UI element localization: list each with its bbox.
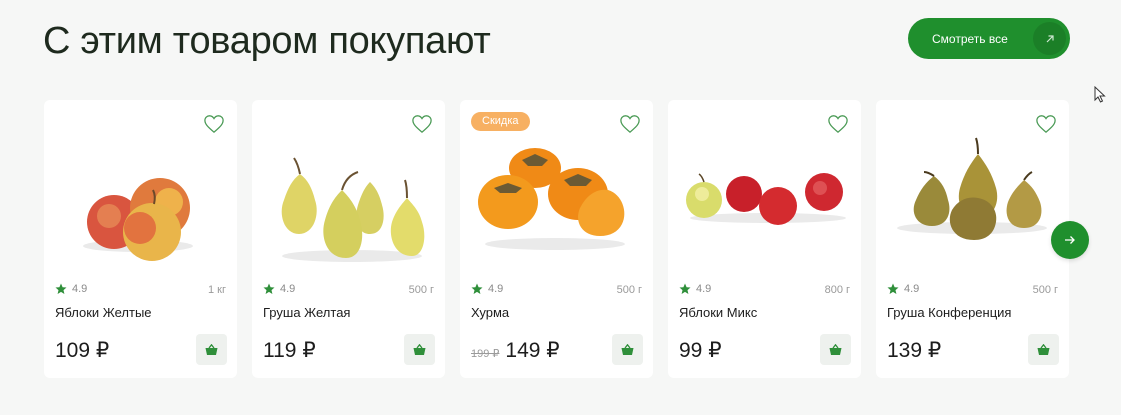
product-weight: 1 кг [208,284,226,296]
product-image [478,148,625,250]
basket-icon [413,343,426,355]
star-icon [887,283,899,294]
product-weight: 800 г [824,284,850,296]
old-price: 199 ₽ [471,348,500,360]
rating-value: 4.9 [696,283,712,295]
star-icon [55,283,67,294]
product-price: 99 ₽ [679,339,722,362]
basket-icon [621,343,634,355]
product-weight: 500 г [616,284,642,296]
product-name[interactable]: Яблоки Микс [679,305,757,320]
product-image [897,137,1047,240]
rating: 4.9 [887,283,919,295]
rating-value: 4.9 [488,283,504,295]
product-card[interactable]: 4.9 800 г Яблоки Микс 99 ₽ [668,100,861,378]
arrow-up-right-icon [1033,22,1066,55]
see-all-label: Смотреть все [932,31,1008,46]
rating: 4.9 [471,283,503,295]
price-row: 119 ₽ [263,338,316,363]
product-name[interactable]: Груша Конференция [887,305,1011,320]
star-icon [679,283,691,294]
product-price: 109 ₽ [55,339,110,362]
see-all-button[interactable]: Смотреть все [908,18,1070,59]
basket-icon [205,343,218,355]
product-weight: 500 г [408,284,434,296]
product-card[interactable]: 4.9 500 г Груша Конференция 139 ₽ [876,100,1069,378]
star-icon [263,283,275,294]
discount-badge: Скидка [471,112,530,131]
product-image [281,157,425,262]
basket-icon [1037,343,1050,355]
mouse-cursor-icon [1094,86,1106,103]
rating-value: 4.9 [72,283,88,295]
section-title: С этим товаром покупают [43,20,491,62]
carousel-next-button[interactable] [1051,221,1089,259]
rating: 4.9 [263,283,295,295]
price-row: 139 ₽ [887,338,941,363]
price-row: 109 ₽ [55,338,109,363]
add-to-cart-button[interactable] [404,334,435,365]
arrow-right-icon [1065,236,1075,244]
product-image [83,178,193,261]
rating-value: 4.9 [904,283,920,295]
add-to-cart-button[interactable] [612,334,643,365]
price-row: 199 ₽ 149 ₽ [471,338,560,363]
product-price: 139 ₽ [887,339,942,362]
basket-icon [829,343,842,355]
product-weight: 500 г [1032,284,1058,296]
star-icon [471,283,483,294]
product-card[interactable]: 4.9 500 г Груша Желтая 119 ₽ [252,100,445,378]
product-card[interactable]: Скидка 4.9 500 г Хурма 199 ₽ 149 ₽ [460,100,653,378]
product-price: 119 ₽ [263,339,316,362]
product-name[interactable]: Яблоки Желтые [55,305,152,320]
product-name[interactable]: Хурма [471,305,509,320]
rating: 4.9 [679,283,711,295]
rating: 4.9 [55,283,87,295]
add-to-cart-button[interactable] [196,334,227,365]
product-image [686,173,846,225]
product-price: 149 ₽ [505,339,560,362]
product-card[interactable]: 4.9 1 кг Яблоки Желтые 109 ₽ [44,100,237,378]
rating-value: 4.9 [280,283,296,295]
product-name[interactable]: Груша Желтая [263,305,350,320]
add-to-cart-button[interactable] [820,334,851,365]
add-to-cart-button[interactable] [1028,334,1059,365]
price-row: 99 ₽ [679,338,722,363]
